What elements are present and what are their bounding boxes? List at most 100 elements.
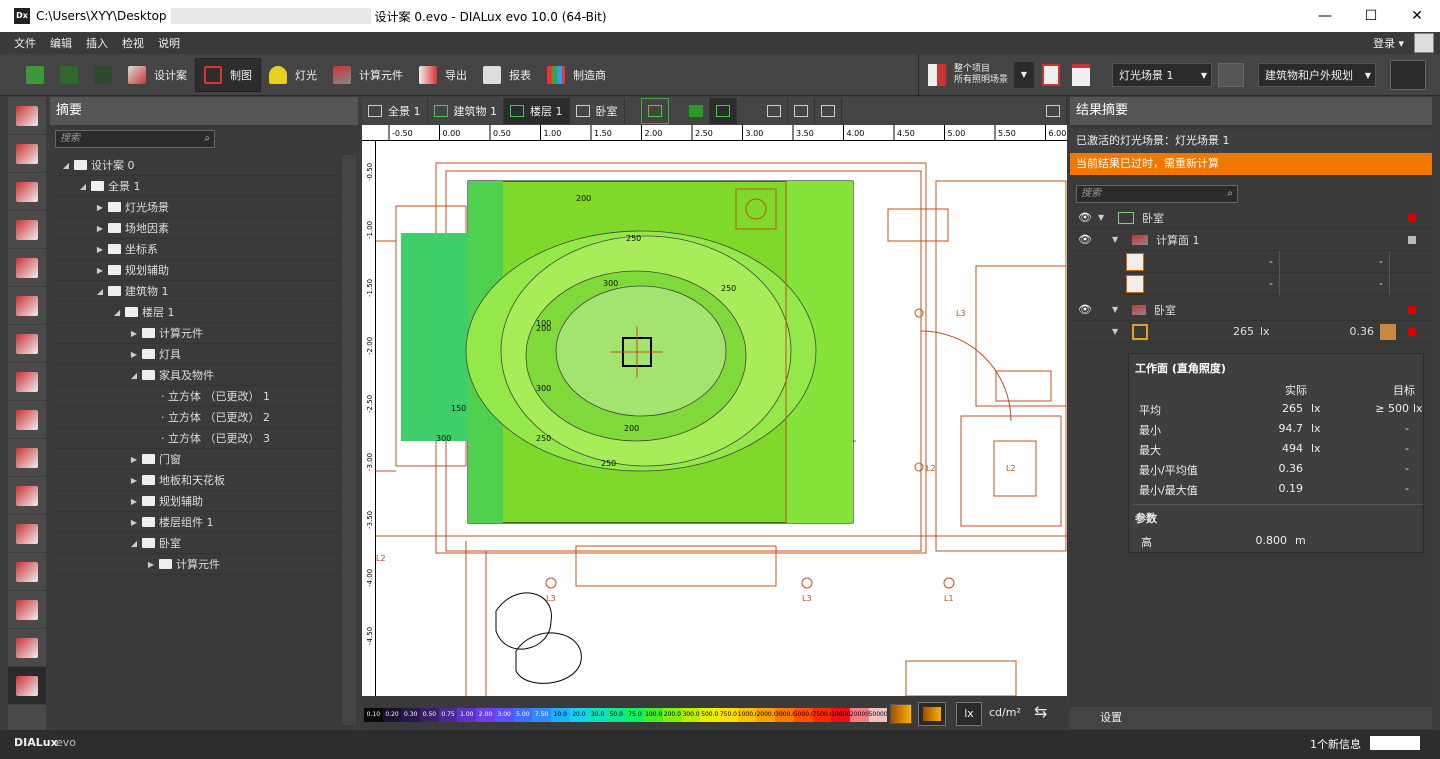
chevron-down-icon[interactable]: ◢ [128, 539, 140, 548]
tree-item[interactable]: ▶ 坐标系 [56, 239, 340, 260]
chevron-right-icon[interactable]: ▶ [128, 329, 140, 338]
tool-room[interactable] [8, 287, 46, 325]
view-3d-button[interactable] [683, 98, 710, 124]
tree-item[interactable]: ▶ 场地因素 [56, 218, 340, 239]
light-tab[interactable]: 灯光 [261, 58, 325, 92]
tree-item[interactable]: ▶ 灯光场景 [56, 197, 340, 218]
scale-gradient-button[interactable] [890, 704, 912, 724]
tree-item[interactable]: ◢ 建筑物 1 [56, 281, 340, 302]
tree-item[interactable]: ▶ 规划辅助 [56, 491, 340, 512]
tree-item[interactable]: ◢ 设计案 0 [56, 155, 340, 176]
save-button[interactable] [18, 58, 52, 92]
chevron-right-icon[interactable]: ▶ [128, 350, 140, 359]
tool-extrude[interactable] [8, 439, 46, 477]
tab-room[interactable]: 卧室 [570, 98, 625, 124]
menu-view[interactable]: 检视 [122, 35, 144, 51]
tree-search-input[interactable]: 搜索 ⌕ [55, 130, 215, 148]
scene-preview-icon[interactable] [1218, 63, 1244, 87]
avatar[interactable] [1414, 33, 1434, 53]
ground-plane-icon[interactable] [1390, 60, 1426, 90]
chevron-right-icon[interactable]: ▶ [145, 560, 157, 569]
maximize-button[interactable]: ☐ [1348, 0, 1394, 32]
settings-bar[interactable]: 设置 [1070, 707, 1432, 729]
draw-tab[interactable]: 制图 [195, 57, 261, 92]
result-room-2[interactable]: 👁 ▼ 卧室 [1070, 299, 1432, 321]
scene-select[interactable]: 灯光场景 1 ▼ [1112, 63, 1212, 87]
chevron-down-icon[interactable]: ▼ [1112, 305, 1124, 314]
view-plan-button[interactable] [709, 98, 737, 124]
report-tab[interactable]: 报表 [475, 58, 539, 92]
close-button[interactable]: ✕ [1394, 0, 1440, 32]
room-summary-row[interactable]: ▼ 265 lx 0.36 [1070, 321, 1432, 343]
menu-file[interactable]: 文件 [14, 35, 36, 51]
calc-settings-icon[interactable] [1072, 64, 1090, 86]
tree-item[interactable]: ▶ 计算元件 [56, 323, 340, 344]
chevron-down-icon[interactable]: ◢ [77, 182, 89, 191]
result-calc-surface[interactable]: 👁 ▼ 计算面 1 [1070, 229, 1432, 251]
design-tab[interactable]: 设计案 [120, 58, 195, 92]
floor-plan-drawing[interactable]: 200250300250200250300150100300200250 L3L… [376, 141, 1067, 696]
chevron-right-icon[interactable]: ▶ [94, 224, 106, 233]
chevron-down-icon[interactable]: ▼ [1112, 327, 1124, 336]
tab-building[interactable]: 建筑物 1 [428, 98, 504, 124]
calc-tab[interactable]: 计算元件 [325, 58, 411, 92]
tool-table[interactable] [8, 477, 46, 515]
monitor-button[interactable] [1040, 98, 1067, 124]
scene-calc-icon[interactable] [928, 64, 946, 86]
tree-item[interactable]: ▶ 门窗 [56, 449, 340, 470]
tool-section[interactable] [8, 591, 46, 629]
result-room[interactable]: 👁 ▼ 卧室 [1070, 207, 1432, 229]
chevron-right-icon[interactable]: ▶ [94, 245, 106, 254]
undo-button[interactable] [52, 58, 86, 92]
tree-item[interactable]: · 立方体 （已更改） 3 [56, 428, 340, 449]
redo-button[interactable] [86, 58, 120, 92]
unit-cd-button[interactable]: cd/m² [989, 706, 1021, 719]
tool-roof[interactable] [8, 363, 46, 401]
tool-wall[interactable] [8, 211, 46, 249]
chevron-right-icon[interactable]: ▶ [128, 497, 140, 506]
chevron-down-icon[interactable]: ▼ [1112, 235, 1124, 244]
eye-icon[interactable]: 👁 [1078, 233, 1092, 246]
chevron-down-icon[interactable]: ◢ [60, 161, 72, 170]
swap-scale-icon[interactable]: ⇆ [1034, 702, 1047, 721]
axis-button[interactable] [815, 98, 842, 124]
tool-storey[interactable] [8, 173, 46, 211]
chevron-down-icon[interactable]: ▼ [1098, 213, 1110, 222]
new-message-count[interactable]: 1个新信息 [1310, 736, 1361, 752]
tree-item[interactable]: ▶ 规划辅助 [56, 260, 340, 281]
cancel-calc-icon[interactable] [1042, 64, 1060, 86]
tree-item[interactable]: ▶ 计算元件 [56, 554, 340, 575]
view-2d-button[interactable] [640, 98, 669, 124]
scene-scope[interactable]: 整个项目 所有照明场景 [954, 64, 1008, 86]
scale-strip[interactable]: 0.10 0.20 0.30 0.50 0.75 1.00 2.00 3.00 5.00 7.50… [364, 708, 888, 722]
chevron-down-icon[interactable]: ◢ [111, 308, 123, 317]
tree-item[interactable]: ▶ 楼层组件 1 [56, 512, 340, 533]
manufacturer-tab[interactable]: 制造商 [539, 58, 614, 92]
eye-icon[interactable]: 👁 [1078, 211, 1092, 224]
eye-icon[interactable]: 👁 [1078, 303, 1092, 316]
export-tab[interactable]: 导出 [411, 58, 475, 92]
tool-stairs[interactable] [8, 515, 46, 553]
tree-item[interactable]: ▶ 地板和天花板 [56, 470, 340, 491]
chevron-right-icon[interactable]: ▶ [128, 518, 140, 527]
login-menu[interactable]: 登录 ▾ [1373, 35, 1404, 51]
chevron-right-icon[interactable]: ▶ [128, 455, 140, 464]
tool-frame[interactable] [8, 629, 46, 667]
chevron-right-icon[interactable]: ▶ [128, 476, 140, 485]
chevron-right-icon[interactable]: ▶ [94, 203, 106, 212]
tree-item[interactable]: ◢ 楼层 1 [56, 302, 340, 323]
tool-cube[interactable] [8, 325, 46, 363]
unit-lx-button[interactable]: lx [956, 702, 982, 726]
planning-select[interactable]: 建筑物和户外规划 ▼ [1258, 63, 1376, 87]
measure-button[interactable] [788, 98, 815, 124]
tree-scrollbar[interactable] [342, 155, 356, 725]
chevron-down-icon[interactable]: ◢ [128, 371, 140, 380]
tool-dimension[interactable] [8, 667, 46, 705]
tool-slab[interactable] [8, 249, 46, 287]
message-indicator[interactable] [1370, 736, 1420, 750]
tree-item[interactable]: ◢ 卧室 [56, 533, 340, 554]
menu-edit[interactable]: 编辑 [50, 35, 72, 51]
results-search-input[interactable]: 搜索 ⌕ [1076, 185, 1238, 203]
scene-scope-dropdown[interactable]: ▼ [1014, 62, 1034, 88]
tree-item[interactable]: ▶ 灯具 [56, 344, 340, 365]
